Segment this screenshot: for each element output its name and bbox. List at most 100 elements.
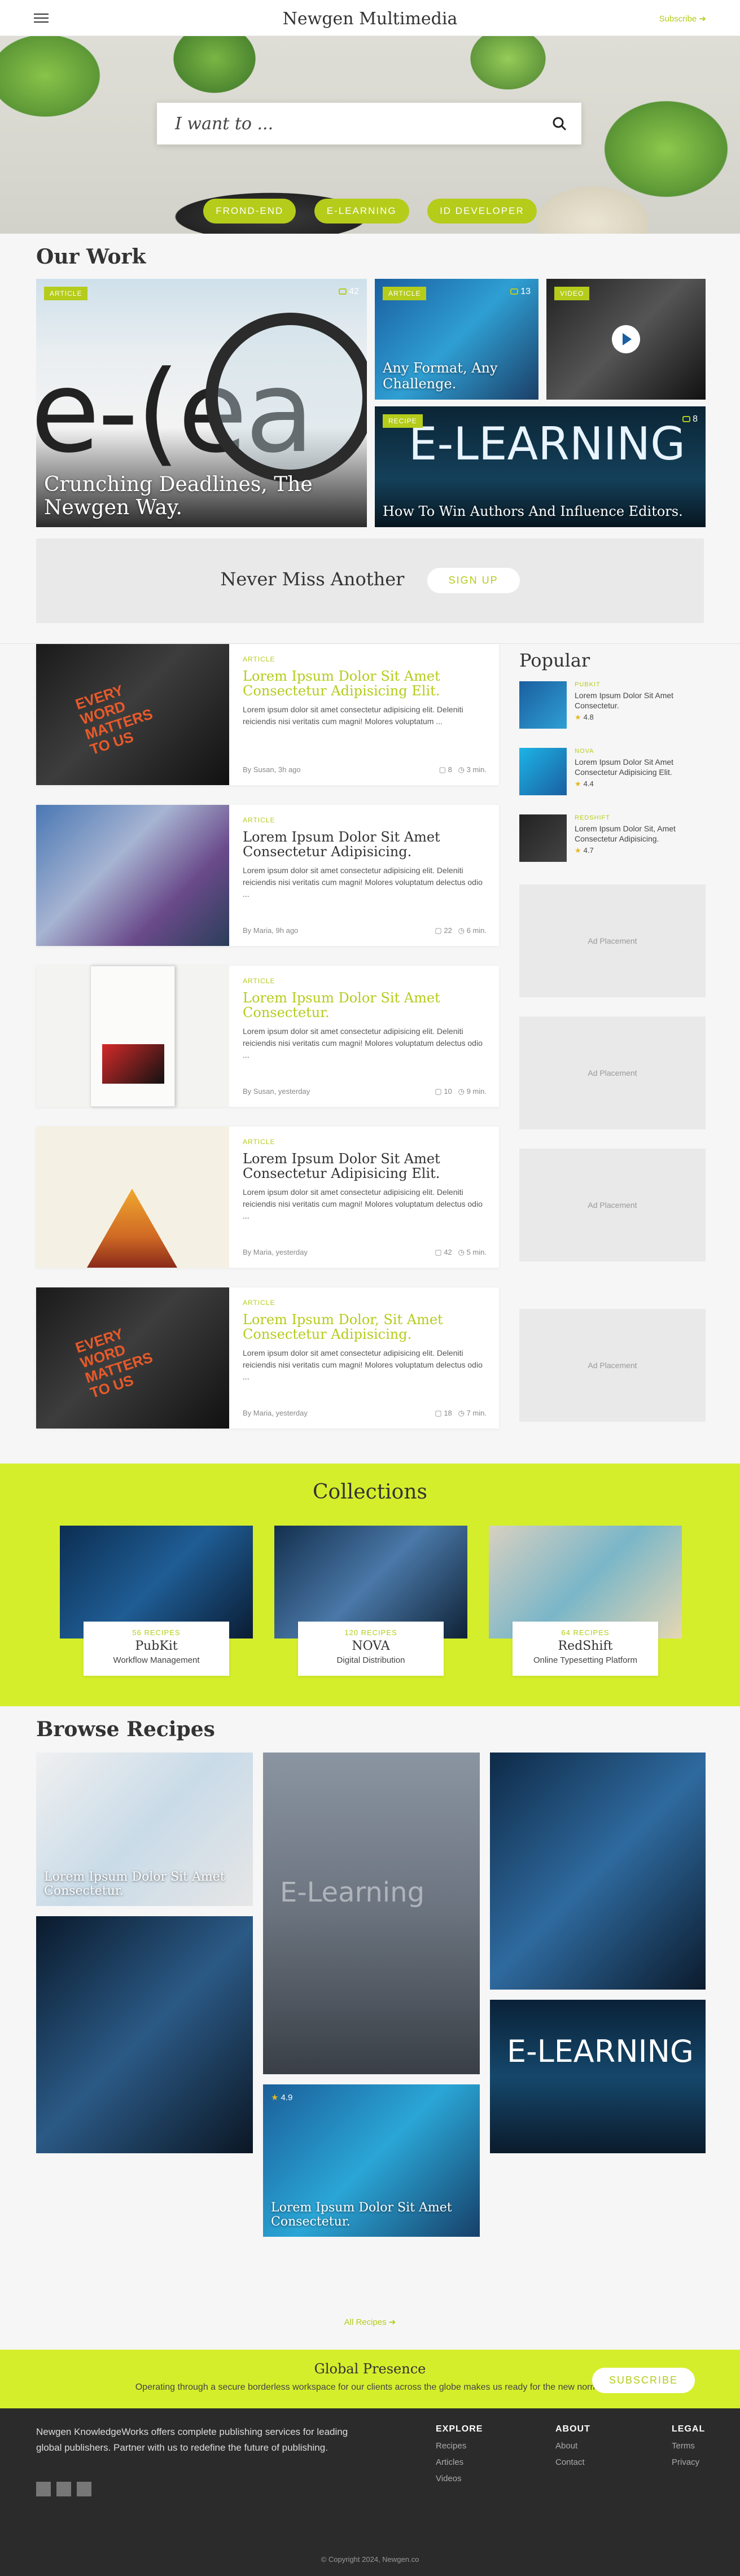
popular-title-text[interactable]: Lorem Ipsum Dolor Sit Amet Consectetur A… <box>575 757 706 777</box>
popular-rating: ★ 4.4 <box>575 779 594 788</box>
footer-link[interactable]: Videos <box>436 2474 483 2483</box>
article-thumbnail[interactable] <box>36 644 229 785</box>
popular-rating: ★ 4.7 <box>575 846 594 855</box>
work-card[interactable]: E-LEARNING RECIPE 8 How To Win Authors A… <box>375 406 706 527</box>
article-card[interactable]: ARTICLE Lorem Ipsum Dolor Sit Amet Conse… <box>36 1127 499 1268</box>
star-icon: ★ <box>271 2093 279 2102</box>
footer-link[interactable]: Privacy <box>672 2457 705 2467</box>
popular-title: Popular <box>519 650 590 671</box>
collection-name[interactable]: PubKit <box>84 1639 229 1653</box>
hero-tag[interactable]: FROND-END <box>203 199 296 224</box>
popular-title-text[interactable]: Lorem Ipsum Dolor Sit, Amet Consectetur … <box>575 823 706 844</box>
recipes-grid: Lorem Ipsum Dolor Sit Amet Consectetur. … <box>36 1753 706 2294</box>
footer-heading: ABOUT <box>555 2424 590 2434</box>
newsletter-banner: Never Miss Another SIGN UP <box>36 538 704 623</box>
brand-title[interactable]: Newgen Multimedia <box>0 9 740 29</box>
popular-kicker: PUBKIT <box>575 681 601 688</box>
article-thumbnail[interactable] <box>36 1287 229 1429</box>
card-image-text: E-Learning <box>280 1877 425 1908</box>
footer-link[interactable]: Recipes <box>436 2441 483 2451</box>
main-content: ARTICLE Lorem Ipsum Dolor Sit Amet Conse… <box>36 644 706 1451</box>
magnifier-image <box>205 313 367 482</box>
star-icon: ★ <box>575 713 581 721</box>
subscribe-link[interactable]: Subscribe ➜ <box>659 14 706 24</box>
article-card[interactable]: ARTICLE Lorem Ipsum Dolor Sit Amet Conse… <box>36 805 499 946</box>
collection-desc: Workflow Management <box>113 1655 200 1665</box>
subscribe-button[interactable]: SUBSCRIBE <box>592 2368 695 2393</box>
newsletter-row: Never Miss Another SIGN UP <box>36 568 704 593</box>
recipe-caption: Lorem Ipsum Dolor Sit Amet Consectetur. <box>44 1870 225 1898</box>
article-stats: ▢ 22 ◷ 6 min. <box>435 926 487 935</box>
recipe-card[interactable]: ★ 4.9 Lorem Ipsum Dolor Sit Amet Consecte… <box>263 2084 480 2237</box>
recipe-card[interactable] <box>36 1916 253 2153</box>
search-input[interactable]: I want to ... <box>175 114 273 134</box>
search-box[interactable]: I want to ... <box>157 103 581 144</box>
collection-card[interactable]: 56 RECIPES PubKit Workflow Management <box>60 1526 253 1676</box>
hero-tag[interactable]: ID DEVELOPER <box>427 199 537 224</box>
popular-item[interactable]: REDSHIFT Lorem Ipsum Dolor Sit, Amet Con… <box>519 814 706 871</box>
signup-button[interactable]: SIGN UP <box>427 568 520 593</box>
card-image-text: E-LEARNING <box>409 418 686 470</box>
popular-thumbnail[interactable] <box>519 748 567 795</box>
article-stats: ▢ 42 ◷ 5 min. <box>435 1248 487 1256</box>
work-card[interactable]: ARTICLE 13 Any Format, Any Challenge. <box>375 279 538 400</box>
book-cover-image <box>90 966 175 1107</box>
star-icon: ★ <box>575 846 581 855</box>
hero-banner: I want to ... FROND-END E-LEARNING ID DE… <box>0 36 740 234</box>
footer-link[interactable]: Contact <box>555 2457 590 2467</box>
article-title[interactable]: Lorem Ipsum Dolor Sit Amet Consectetur A… <box>243 830 487 859</box>
collection-name[interactable]: RedShift <box>513 1639 658 1653</box>
recipe-card[interactable]: Lorem Ipsum Dolor Sit Amet Consectetur. <box>36 1753 253 1906</box>
article-card[interactable]: ARTICLE Lorem Ipsum Dolor Sit Amet Conse… <box>36 966 499 1107</box>
work-card[interactable]: VIDEO <box>546 279 706 400</box>
article-card[interactable]: ARTICLE Lorem Ipsum Dolor, Sit Amet Cons… <box>36 1287 499 1429</box>
hero-tag[interactable]: E-LEARNING <box>314 199 409 224</box>
work-card[interactable]: e-(ea ARTICLE 42 Crunching Deadlines, Th… <box>36 279 367 527</box>
copyright: © Copyright 2024, Newgen.co <box>321 2555 419 2564</box>
play-icon[interactable] <box>612 325 640 353</box>
article-excerpt: Lorem ipsum dolor sit amet consectetur a… <box>243 1188 483 1220</box>
article-title[interactable]: Lorem Ipsum Dolor, Sit Amet Consectetur … <box>243 1312 487 1342</box>
article-excerpt: Lorem ipsum dolor sit amet consectetur a… <box>243 866 483 899</box>
popular-thumbnail[interactable] <box>519 681 567 729</box>
social-icon[interactable] <box>77 2482 91 2496</box>
footer-link[interactable]: About <box>555 2441 590 2451</box>
article-card[interactable]: ARTICLE Lorem Ipsum Dolor Sit Amet Conse… <box>36 644 499 785</box>
article-title[interactable]: Lorem Ipsum Dolor Sit Amet Consectetur. <box>243 991 487 1020</box>
card-label: ARTICLE <box>44 287 88 300</box>
collection-card[interactable]: 120 RECIPES NOVA Digital Distribution <box>274 1526 467 1676</box>
social-icon[interactable] <box>56 2482 71 2496</box>
comment-count: 8 <box>682 414 698 424</box>
popular-item[interactable]: NOVA Lorem Ipsum Dolor Sit Amet Consecte… <box>519 748 706 804</box>
article-title[interactable]: Lorem Ipsum Dolor Sit Amet Consectetur A… <box>243 669 487 698</box>
recipe-card[interactable]: E-Learning <box>263 1753 480 2074</box>
presence-banner: Global Presence Operating through a secu… <box>0 2350 740 2408</box>
newsletter-text: Never Miss Another <box>220 568 405 590</box>
article-title[interactable]: Lorem Ipsum Dolor Sit Amet Consectetur A… <box>243 1151 487 1181</box>
recipe-card[interactable] <box>490 1753 706 1990</box>
article-thumbnail[interactable] <box>36 805 229 946</box>
popular-item[interactable]: PUBKIT Lorem Ipsum Dolor Sit Amet Consec… <box>519 681 706 738</box>
popular-thumbnail[interactable] <box>519 814 567 862</box>
all-recipes-link[interactable]: All Recipes ➜ <box>0 2317 740 2327</box>
recipe-card[interactable]: E-LEARNING <box>490 2000 706 2153</box>
collection-desc: Online Typesetting Platform <box>533 1655 637 1665</box>
collection-count: 120 RECIPES <box>344 1628 397 1637</box>
card-caption: How To Win Authors And Influence Editors… <box>383 503 683 519</box>
collection-name[interactable]: NOVA <box>298 1639 444 1653</box>
footer-column: EXPLORE Recipes Articles Videos <box>436 2424 483 2483</box>
footer: Newgen KnowledgeWorks offers complete pu… <box>0 2408 740 2576</box>
search-icon[interactable] <box>552 116 567 131</box>
popular-title-text[interactable]: Lorem Ipsum Dolor Sit Amet Consectetur. <box>575 690 706 711</box>
footer-column: LEGAL Terms Privacy <box>672 2424 705 2467</box>
footer-link[interactable]: Terms <box>672 2441 705 2451</box>
footer-link[interactable]: Articles <box>436 2457 483 2467</box>
footer-heading: EXPLORE <box>436 2424 483 2434</box>
article-byline: By Susan, 3h ago <box>243 765 301 774</box>
article-kicker: ARTICLE <box>243 1299 275 1307</box>
article-stats: ▢ 8 ◷ 3 min. <box>439 765 487 774</box>
collection-card[interactable]: 64 RECIPES RedShift Online Typesetting P… <box>489 1526 682 1676</box>
article-thumbnail[interactable] <box>36 1127 229 1268</box>
social-icon[interactable] <box>36 2482 51 2496</box>
article-thumbnail[interactable] <box>36 966 229 1107</box>
